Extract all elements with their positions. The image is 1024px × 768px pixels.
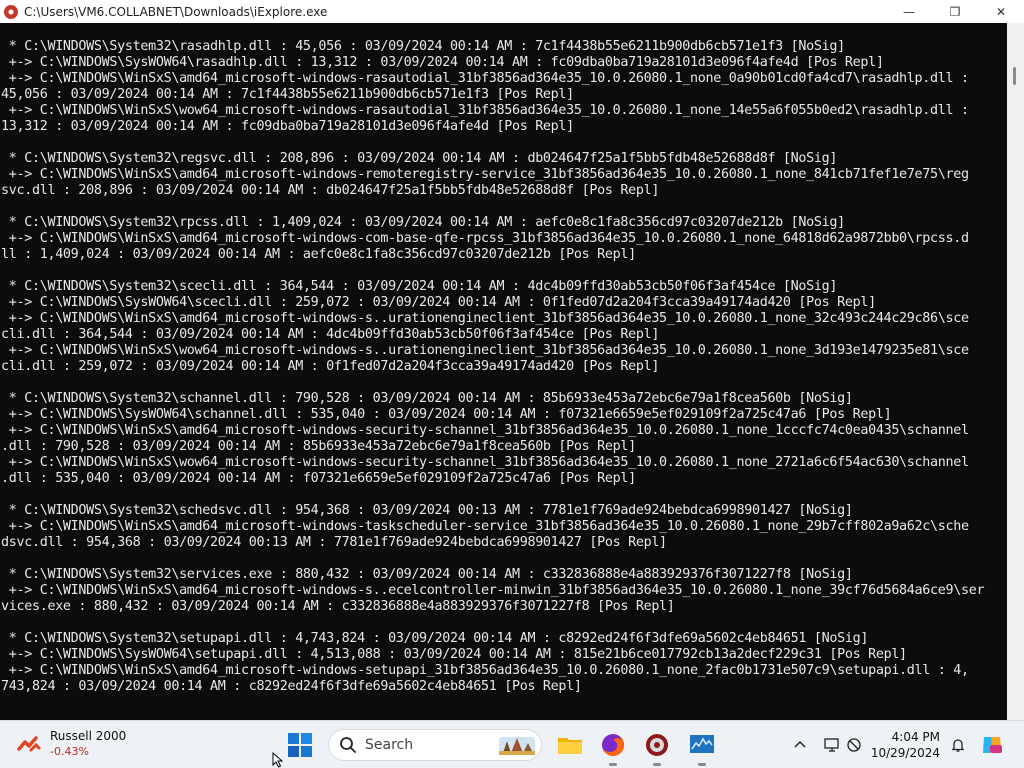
console-line: .dll : 790,528 : 03/09/2024 00:14 AM : 8… xyxy=(1,439,636,454)
console-line: * C:\WINDOWS\System32\schedsvc.dll : 954… xyxy=(1,503,853,518)
chevron-up-icon[interactable] xyxy=(792,737,808,753)
console-line: +-> C:\WINDOWS\SysWOW64\schannel.dll : 5… xyxy=(1,407,892,422)
file-explorer-icon[interactable] xyxy=(555,730,585,760)
clock[interactable]: 4:04 PM 10/29/2024 xyxy=(871,729,940,761)
maximize-button[interactable]: ❐ xyxy=(932,0,978,23)
console-line: cli.dll : 259,072 : 03/09/2024 00:14 AM … xyxy=(1,359,660,374)
notification-bell-icon[interactable] xyxy=(950,737,966,753)
windows-logo-icon xyxy=(288,733,299,744)
console-output[interactable]: * C:\WINDOWS\System32\rasadhlp.dll : 45,… xyxy=(0,23,1007,720)
stock-widget[interactable]: Russell 2000 -0.43% xyxy=(16,729,126,758)
console-line: * C:\WINDOWS\System32\scecli.dll : 364,5… xyxy=(1,279,838,294)
console-line: +-> C:\WINDOWS\WinSxS\amd64_microsoft-wi… xyxy=(1,71,969,86)
console-line: ll : 1,409,024 : 03/09/2024 00:14 AM : a… xyxy=(1,247,636,262)
console-line: +-> C:\WINDOWS\WinSxS\amd64_microsoft-wi… xyxy=(1,311,969,326)
console-line: +-> C:\WINDOWS\SysWOW64\rasadhlp.dll : 1… xyxy=(1,55,884,70)
app-icon xyxy=(4,4,18,19)
firefox-icon[interactable] xyxy=(598,730,628,766)
console-line: * C:\WINDOWS\System32\rpcss.dll : 1,409,… xyxy=(1,215,845,230)
console-line: * C:\WINDOWS\System32\setupapi.dll : 4,7… xyxy=(1,631,869,646)
volume-muted-icon[interactable] xyxy=(846,737,862,753)
window-titlebar[interactable]: C:\Users\VM6.COLLABNET\Downloads\iExplor… xyxy=(0,0,1024,23)
console-line: +-> C:\WINDOWS\WinSxS\wow64_microsoft-wi… xyxy=(1,103,969,118)
minimize-button[interactable]: — xyxy=(886,0,932,23)
console-line: 13,312 : 03/09/2024 00:14 AM : fc09dba0b… xyxy=(1,119,574,134)
console-line: +-> C:\WINDOWS\WinSxS\amd64_microsoft-wi… xyxy=(1,663,969,678)
search-icon xyxy=(339,736,357,754)
console-line: 45,056 : 03/09/2024 00:14 AM : 7c1f4438b… xyxy=(1,87,574,102)
console-line: +-> C:\WINDOWS\WinSxS\amd64_microsoft-wi… xyxy=(1,519,969,534)
stock-chart-icon xyxy=(16,731,42,757)
mouse-cursor-icon xyxy=(272,751,284,768)
console-line: vices.exe : 880,432 : 03/09/2024 00:14 A… xyxy=(1,599,675,614)
console-line: +-> C:\WINDOWS\SysWOW64\scecli.dll : 259… xyxy=(1,295,876,310)
taskbar: Russell 2000 -0.43% Search 4:04 PM 10/29… xyxy=(0,720,1024,768)
vertical-scrollbar[interactable] xyxy=(1007,23,1024,720)
widget-change: -0.43% xyxy=(50,745,89,758)
console-line: cli.dll : 364,544 : 03/09/2024 00:14 AM … xyxy=(1,327,660,342)
taskbar-search[interactable]: Search xyxy=(328,729,542,761)
console-line: +-> C:\WINDOWS\WinSxS\amd64_microsoft-wi… xyxy=(1,231,969,246)
clock-time: 4:04 PM xyxy=(891,730,940,744)
console-line: +-> C:\WINDOWS\WinSxS\wow64_microsoft-wi… xyxy=(1,343,969,358)
console-line: +-> C:\WINDOWS\WinSxS\amd64_microsoft-wi… xyxy=(1,583,985,598)
console-line: .dll : 535,040 : 03/09/2024 00:14 AM : f… xyxy=(1,471,636,486)
search-highlight-icon xyxy=(497,733,537,757)
clock-date: 10/29/2024 xyxy=(870,746,940,760)
console-line: +-> C:\WINDOWS\WinSxS\amd64_microsoft-wi… xyxy=(1,167,969,182)
console-line: dsvc.dll : 954,368 : 03/09/2024 00:13 AM… xyxy=(1,535,667,550)
copilot-icon[interactable] xyxy=(980,733,1004,757)
close-button[interactable]: ✕ xyxy=(978,0,1024,23)
iexplore-app-icon[interactable] xyxy=(642,730,672,766)
scrollbar-thumb[interactable] xyxy=(1013,67,1016,85)
console-line: 743,824 : 03/09/2024 00:14 AM : c8292ed2… xyxy=(1,679,582,694)
widget-title: Russell 2000 xyxy=(50,729,127,743)
window-controls: — ❐ ✕ xyxy=(886,0,1024,23)
search-label: Search xyxy=(365,737,414,753)
start-button[interactable] xyxy=(288,733,312,757)
console-line: * C:\WINDOWS\System32\regsvc.dll : 208,8… xyxy=(1,151,838,166)
system-tray xyxy=(788,721,862,768)
console-line: +-> C:\WINDOWS\SysWOW64\setupapi.dll : 4… xyxy=(1,647,907,662)
console-line: * C:\WINDOWS\System32\services.exe : 880… xyxy=(1,567,853,582)
console-line: +-> C:\WINDOWS\WinSxS\amd64_microsoft-wi… xyxy=(1,423,969,438)
window-title: C:\Users\VM6.COLLABNET\Downloads\iExplor… xyxy=(24,4,328,19)
console-line: +-> C:\WINDOWS\WinSxS\wow64_microsoft-wi… xyxy=(1,455,969,470)
resource-monitor-icon[interactable] xyxy=(687,730,717,766)
console-line: svc.dll : 208,896 : 03/09/2024 00:14 AM … xyxy=(1,183,660,198)
network-icon[interactable] xyxy=(824,737,842,753)
console-line: * C:\WINDOWS\System32\schannel.dll : 790… xyxy=(1,391,853,406)
console-line: * C:\WINDOWS\System32\rasadhlp.dll : 45,… xyxy=(1,39,845,54)
